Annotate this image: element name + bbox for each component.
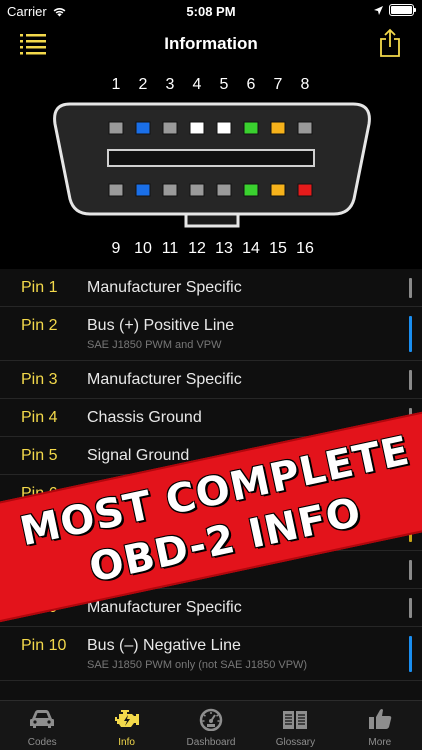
tab-info-label: Info [118, 737, 135, 748]
pin-row[interactable]: Pin 2 Bus (+) Positive Line SAE J1850 PWM … [0, 307, 422, 361]
status-right [373, 4, 416, 16]
pin-color-indicator [409, 278, 412, 298]
tab-bar: Codes Info Dashboard Glossary More [0, 700, 422, 750]
connector-pin-10 [135, 183, 151, 197]
connector-pin-12 [189, 183, 205, 197]
connector-pin-15 [270, 183, 286, 197]
pin-color-indicator [409, 598, 412, 618]
bottom-pin-number: 10 [134, 240, 152, 257]
pin-label: Pin 10 [21, 637, 67, 654]
connector-pin-6 [243, 121, 259, 135]
connector-pin-9 [108, 183, 124, 197]
tab-more-label: More [368, 737, 392, 748]
location-icon [374, 5, 383, 15]
bottom-pin-number: 12 [188, 240, 206, 257]
page-title: Information [164, 34, 258, 53]
connector-pin-8 [297, 121, 313, 135]
connector-pin-11 [162, 183, 178, 197]
connector-pin-13 [216, 183, 232, 197]
gauge-icon [199, 708, 223, 731]
status-bar: Carrier 5:08 PM [0, 0, 422, 22]
pin-label: Pin 5 [21, 447, 58, 464]
car-icon [30, 710, 55, 728]
connector-pin-3 [162, 121, 178, 135]
connector-pin-16 [297, 183, 313, 197]
pin-description: Bus (–) Negative Line [87, 637, 241, 654]
pin-label: Pin 4 [21, 409, 58, 426]
connector-pin-1 [108, 121, 124, 135]
bottom-pin-number: 14 [242, 240, 260, 257]
pin-color-indicator [409, 316, 412, 352]
tab-dashboard-label: Dashboard [186, 737, 236, 748]
pin-row[interactable]: Pin 10 Bus (–) Negative Line SAE J1850 PWM… [0, 627, 422, 681]
connector-pin-5 [216, 121, 232, 135]
pin-row[interactable]: Pin 1 Manufacturer Specific [0, 269, 422, 307]
connector-illustration [53, 102, 371, 228]
pin-description: Signal Ground [87, 447, 190, 464]
engine-icon [114, 710, 139, 727]
pin-label: Pin 1 [21, 279, 58, 296]
tab-dashboard[interactable]: Dashboard [169, 701, 253, 750]
pin-label: Pin 2 [21, 317, 58, 334]
bottom-pin-number: 9 [111, 240, 121, 257]
tab-info[interactable]: Info [84, 701, 168, 750]
status-time: 5:08 PM [186, 4, 236, 19]
pin-row[interactable]: Pin 3 Manufacturer Specific [0, 361, 422, 399]
pin-color-indicator [409, 636, 412, 672]
pin-protocol-note: SAE J1850 PWM and VPW [87, 339, 222, 351]
obd2-connector-diagram: 12345678 9 10 11 12 13 14 15 16 [0, 66, 422, 269]
pin-label: Pin 3 [21, 371, 58, 388]
pin-description: Manufacturer Specific [87, 599, 242, 616]
bottom-pin-number: 13 [215, 240, 233, 257]
navigation-bar: Information [0, 22, 422, 66]
connector-center-slot [107, 149, 315, 167]
tab-codes-label: Codes [27, 737, 57, 748]
tab-codes[interactable]: Codes [0, 701, 84, 750]
pin-description: Chassis Ground [87, 409, 202, 426]
thumbs-up-icon [368, 709, 392, 729]
pin-description: Bus (+) Positive Line [87, 317, 235, 334]
pin-protocol-note: SAE J1850 PWM only (not SAE J1850 VPW) [87, 659, 308, 671]
pin-description: Manufacturer Specific [87, 371, 242, 388]
tab-glossary-label: Glossary [275, 737, 316, 748]
pin-color-indicator [409, 370, 412, 390]
connector-pin-2 [135, 121, 151, 135]
connector-pin-7 [270, 121, 286, 135]
bottom-pin-number: 15 [269, 240, 287, 257]
tab-more[interactable]: More [338, 701, 422, 750]
tab-glossary[interactable]: Glossary [253, 701, 337, 750]
bottom-pin-number: 16 [296, 240, 314, 257]
connector-pin-4 [189, 121, 205, 135]
connector-pin-14 [243, 183, 259, 197]
pin-description: Manufacturer Specific [87, 279, 242, 296]
pin-color-indicator [409, 560, 412, 580]
share-icon[interactable] [378, 28, 402, 58]
bottom-pin-number: 11 [161, 240, 179, 257]
book-icon [283, 711, 308, 729]
battery-icon [389, 4, 416, 16]
